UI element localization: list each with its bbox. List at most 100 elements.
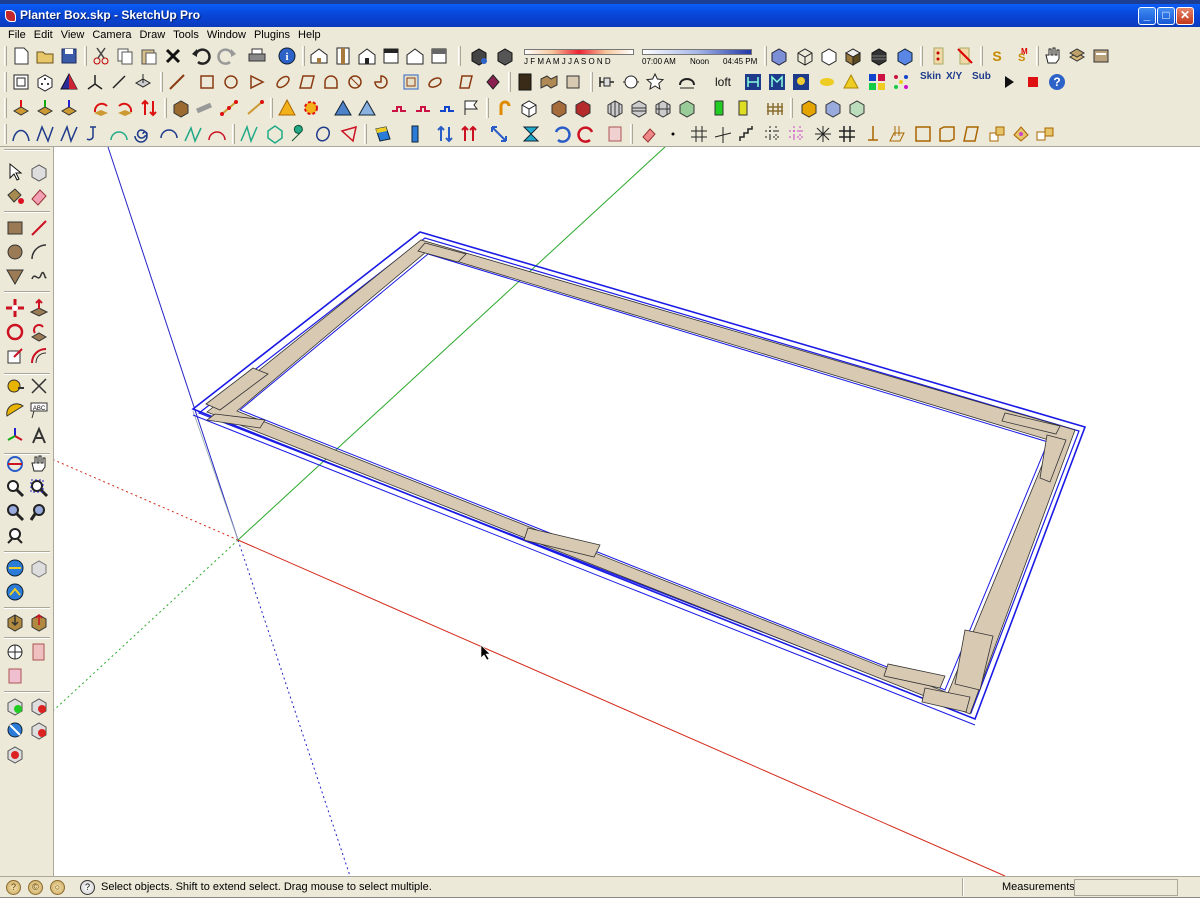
toolbar-grip[interactable] — [630, 124, 633, 144]
draw-freeform-icon[interactable] — [456, 71, 478, 93]
mesh-3-icon[interactable] — [652, 97, 674, 119]
oval-icon[interactable] — [312, 123, 334, 145]
page-fold-icon[interactable] — [604, 123, 626, 145]
model-canvas[interactable] — [54, 147, 1200, 876]
floor-plan-icon[interactable] — [886, 123, 908, 145]
mesh-1-icon[interactable] — [604, 97, 626, 119]
move-icon[interactable] — [4, 297, 26, 319]
toolbar-grip[interactable] — [84, 46, 87, 66]
diagonal-line-icon[interactable] — [108, 71, 130, 93]
blue-pillar-icon[interactable] — [404, 123, 426, 145]
loft-join-icon[interactable] — [742, 71, 764, 93]
dice-icon[interactable] — [34, 71, 56, 93]
push-pull-icon[interactable] — [28, 297, 50, 319]
warning-icon[interactable] — [276, 97, 298, 119]
draw-circle-icon[interactable] — [220, 71, 242, 93]
title-bar[interactable]: Planter Box.skp - SketchUp Pro _ □ ✕ — [0, 4, 1200, 27]
front-view-icon[interactable] — [356, 45, 378, 67]
stairs-icon[interactable] — [736, 123, 758, 145]
fold-icon[interactable] — [538, 71, 560, 93]
axis-v-icon[interactable] — [34, 97, 56, 119]
fly-2-icon[interactable] — [412, 97, 434, 119]
menu-plugins[interactable]: Plugins — [250, 27, 294, 43]
rotate-b-icon[interactable] — [114, 97, 136, 119]
toolbar-grip[interactable] — [232, 124, 235, 144]
rotate-a-icon[interactable] — [90, 97, 112, 119]
offset-square-icon[interactable] — [400, 71, 422, 93]
splat-icon[interactable] — [300, 97, 322, 119]
pyramid-icon[interactable] — [58, 71, 80, 93]
draw-triangle-icon[interactable] — [246, 71, 268, 93]
grid-box-icon[interactable] — [132, 71, 154, 93]
date-slider[interactable] — [524, 49, 634, 55]
toolbar-grip[interactable] — [164, 98, 167, 118]
diagonal-arrow-icon[interactable] — [488, 123, 510, 145]
half-disc-icon[interactable] — [338, 123, 360, 145]
axes-tri-icon[interactable] — [84, 71, 106, 93]
erase-icon[interactable] — [162, 45, 184, 67]
mountain-icon[interactable] — [332, 97, 354, 119]
open-icon[interactable] — [34, 45, 56, 67]
revolve-icon[interactable] — [620, 71, 642, 93]
pipe-icon[interactable] — [194, 97, 216, 119]
orange-box-icon[interactable] — [798, 97, 820, 119]
undo-icon[interactable] — [190, 45, 212, 67]
time-slider[interactable] — [642, 49, 752, 55]
frame-icon[interactable] — [912, 123, 934, 145]
line-icon[interactable] — [28, 217, 50, 239]
draw-segment-circle-icon[interactable] — [344, 71, 366, 93]
toolbar-grip[interactable] — [764, 46, 767, 66]
draw-line-icon[interactable] — [166, 71, 188, 93]
save-icon[interactable] — [58, 45, 80, 67]
point-icon[interactable] — [662, 123, 684, 145]
play-icon[interactable] — [998, 71, 1020, 93]
preview-google-earth-icon[interactable] — [4, 719, 26, 741]
toolbar-grip[interactable] — [486, 98, 489, 118]
left-view-icon[interactable] — [428, 45, 450, 67]
menu-draw[interactable]: Draw — [135, 27, 169, 43]
loft-bulb-icon[interactable] — [790, 71, 812, 93]
toggle-terrain-icon[interactable] — [28, 695, 50, 717]
instructor-help-icon[interactable]: ? — [80, 880, 95, 895]
triangle-yellow-icon[interactable] — [840, 71, 862, 93]
arc-curve-icon[interactable] — [108, 123, 130, 145]
user-icon[interactable]: ○ — [50, 880, 65, 895]
paint-yellow-icon[interactable] — [732, 97, 754, 119]
xy-button[interactable]: X/Y — [946, 71, 972, 93]
color-grid-icon[interactable] — [866, 71, 888, 93]
asterisk-icon[interactable] — [812, 123, 834, 145]
wrench-icon[interactable] — [288, 123, 310, 145]
diamond-yellow-icon[interactable] — [816, 71, 838, 93]
close-button[interactable]: ✕ — [1176, 7, 1194, 25]
circle-icon[interactable] — [4, 241, 26, 263]
protractor-icon[interactable] — [4, 399, 26, 421]
curve-bridge-icon[interactable] — [676, 71, 698, 93]
help-swirl-icon[interactable]: ? — [1046, 71, 1068, 93]
flag-icon[interactable] — [460, 97, 482, 119]
ball-box-icon[interactable] — [822, 97, 844, 119]
sub-button[interactable]: Sub — [972, 71, 998, 93]
warehouse-down-icon[interactable] — [4, 611, 26, 633]
grid-hash-icon[interactable] — [688, 123, 710, 145]
offset-icon[interactable] — [28, 345, 50, 367]
redo-red-icon[interactable] — [576, 123, 598, 145]
hand-icon[interactable] — [1042, 45, 1064, 67]
drawing-viewport[interactable] — [54, 147, 1200, 876]
curve-n-icon[interactable] — [182, 123, 204, 145]
ruby-s-icon[interactable]: S — [986, 45, 1008, 67]
outliner-icon[interactable] — [1090, 45, 1112, 67]
block-layers-icon[interactable] — [1034, 123, 1056, 145]
redo-icon[interactable] — [216, 45, 238, 67]
top-view-icon[interactable] — [332, 45, 354, 67]
toolbar-grip[interactable] — [920, 46, 923, 66]
make-component-icon[interactable] — [28, 161, 50, 183]
position-camera-icon[interactable] — [4, 641, 26, 663]
mesh-2-icon[interactable] — [628, 97, 650, 119]
pan-icon[interactable] — [28, 453, 50, 475]
copy-icon[interactable] — [114, 45, 136, 67]
dashed-grid-icon[interactable] — [762, 123, 784, 145]
model-info-icon[interactable]: i — [276, 45, 298, 67]
credits-icon[interactable]: © — [28, 880, 43, 895]
rectangle-icon[interactable] — [4, 217, 26, 239]
geo-location-icon[interactable]: ? — [6, 880, 21, 895]
